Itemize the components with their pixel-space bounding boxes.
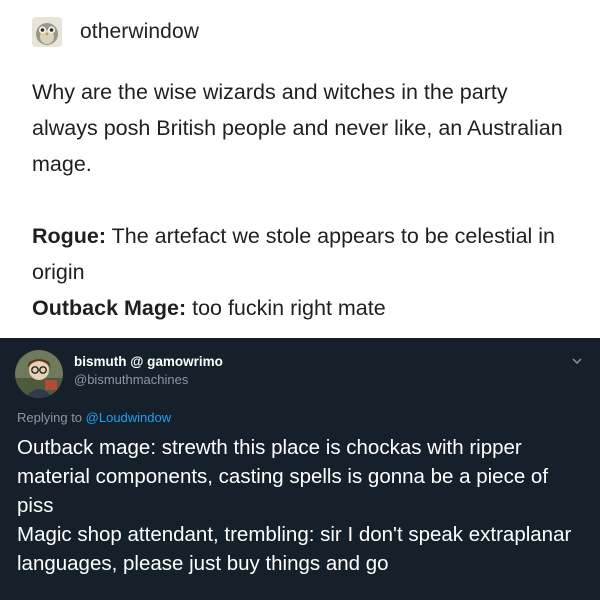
speaker-label: Outback Mage: <box>32 296 187 320</box>
tumblr-body: Why are the wise wizards and witches in … <box>32 74 577 326</box>
tweet-line: Outback mage: strewth this place is choc… <box>17 436 549 517</box>
speaker-label: Rogue: <box>32 224 107 248</box>
dialogue-text: too fuckin right mate <box>186 296 386 320</box>
replying-label: Replying to <box>17 410 86 425</box>
tumblr-header: otherwindow <box>32 16 199 48</box>
tweet-author: bismuth @ gamowrimo @bismuthmachines <box>74 353 223 389</box>
tumblr-post: otherwindow Why are the wise wizards and… <box>0 0 600 338</box>
tweet-line: Magic shop attendant, trembling: sir I d… <box>17 523 572 575</box>
reply-mention-link[interactable]: @Loudwindow <box>86 410 171 425</box>
tumblr-username[interactable]: otherwindow <box>80 20 199 44</box>
replying-to: Replying to @Loudwindow <box>17 410 171 425</box>
profile-avatar-icon[interactable] <box>15 350 63 398</box>
dialogue-line: Outback Mage: too fuckin right mate <box>32 290 577 326</box>
tweet-display-name[interactable]: bismuth @ gamowrimo <box>74 353 223 371</box>
dialogue-line: Rogue: The artefact we stole appears to … <box>32 218 577 290</box>
bird-avatar-icon[interactable] <box>32 17 62 47</box>
dialogue-text: The artefact we stole appears to be cele… <box>32 224 556 284</box>
chevron-down-icon[interactable] <box>568 352 586 370</box>
dialogue: Rogue: The artefact we stole appears to … <box>32 218 577 326</box>
tweet-handle[interactable]: @bismuthmachines <box>74 371 223 389</box>
tweet-card: bismuth @ gamowrimo @bismuthmachines Rep… <box>0 338 600 600</box>
tumblr-post-text: Why are the wise wizards and witches in … <box>32 80 563 176</box>
tweet-text: Outback mage: strewth this place is choc… <box>17 433 587 578</box>
